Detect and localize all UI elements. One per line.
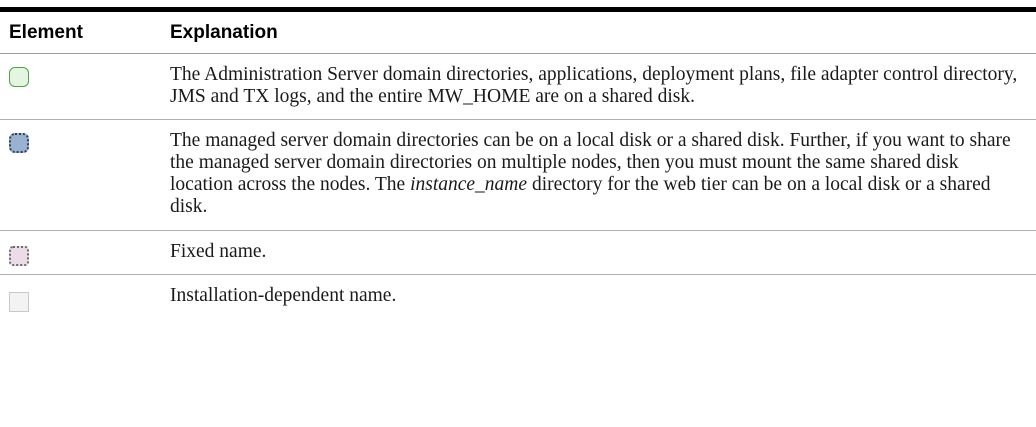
- element-cell: [0, 230, 163, 275]
- table-row: The managed server domain directories ca…: [0, 119, 1036, 231]
- header-row: Element Explanation: [0, 7, 1036, 54]
- explanation-cell: Installation-dependent name.: [170, 285, 397, 306]
- element-cell: [0, 53, 163, 120]
- fixed-name-swatch-icon: [9, 246, 29, 266]
- table-row: Installation-dependent name.: [0, 275, 1036, 319]
- explanation-cell: Fixed name.: [163, 230, 1036, 275]
- column-header-explanation: Explanation: [163, 7, 1036, 54]
- element-cell: [0, 119, 163, 231]
- instance-name-term: instance_name: [410, 174, 528, 195]
- explanation-cell: The Administration Server domain directo…: [163, 53, 1036, 120]
- installation-dependent-name-swatch-icon: [9, 292, 29, 312]
- table-row: Fixed name.: [0, 230, 1036, 275]
- shared-disk-swatch-icon: [9, 67, 29, 87]
- legend-table: Element Explanation The Administration S…: [0, 7, 1036, 318]
- element-cell: [0, 275, 163, 319]
- explanation-cell: The managed server domain directories ca…: [163, 119, 1036, 231]
- table-row: The Administration Server domain directo…: [0, 53, 1036, 120]
- local-or-shared-disk-swatch-icon: [9, 133, 29, 153]
- column-header-element: Element: [0, 7, 163, 54]
